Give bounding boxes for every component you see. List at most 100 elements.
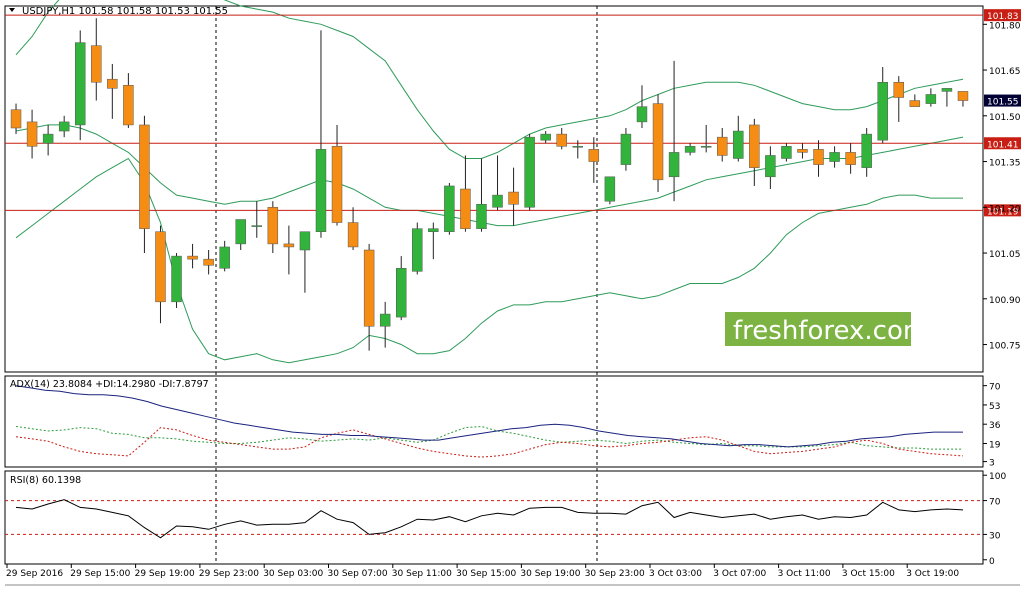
level-label: 101.41 (987, 140, 1019, 150)
candle-bear (139, 124, 150, 229)
time-label: 3 Oct 11:00 (778, 569, 831, 579)
adx-panel-label: ADX(14) 23.8084 +DI:14.2980 -DI:7.8797 (10, 379, 209, 390)
time-label: 3 Oct 19:00 (906, 569, 959, 579)
time-label: 30 Sep 07:00 (328, 569, 388, 579)
candle-bull (58, 121, 70, 132)
rsi-panel-frame (4, 470, 984, 565)
bollinger-upper-line (15, 0, 964, 159)
grid-lines (215, 6, 598, 564)
candle-bear (716, 136, 728, 156)
candle-bull (42, 133, 54, 144)
candle-bear (588, 149, 600, 162)
candle-bull (540, 133, 551, 141)
chart-title: USDJPY,H1 101.58 101.58 101.53 101.55 (22, 6, 228, 17)
candle-bear (460, 188, 471, 229)
time-label: 3 Oct 03:00 (649, 569, 702, 579)
time-label: 30 Sep 03:00 (263, 569, 323, 579)
candle-bull (941, 88, 953, 92)
rsi-tick-label: 70 (989, 498, 1001, 508)
time-label: 3 Oct 15:00 (842, 569, 895, 579)
candle-bear (893, 82, 905, 98)
candle-bear (283, 243, 295, 248)
candle-bull (572, 146, 584, 148)
candle-bull (604, 176, 616, 202)
adx-tick-label: 3 (989, 459, 995, 469)
price-tick-label: 100.90 (989, 296, 1021, 306)
current-price-label: 101.55 (987, 98, 1019, 108)
candle-bear (845, 152, 856, 165)
candle-bear (26, 121, 38, 147)
adx-tick-label: 19 (989, 440, 1001, 450)
price-tick-label: 101.20 (989, 204, 1021, 214)
candle-bull (171, 255, 182, 303)
candle-bull (379, 313, 391, 327)
candle-bull (428, 228, 439, 232)
candle-bull (733, 130, 744, 159)
candle-bear (331, 146, 343, 223)
time-label: 30 Sep 19:00 (520, 569, 580, 579)
rsi-tick-label: 100 (989, 472, 1006, 482)
time-label: 29 Sep 15:00 (70, 569, 130, 579)
price-tick-label: 101.80 (989, 21, 1021, 31)
candle-bear (123, 85, 134, 126)
price-tick-label: 101.65 (989, 67, 1021, 77)
candle-bear (347, 222, 359, 248)
price-tick-label: 101.50 (989, 113, 1021, 123)
candle-bull (877, 82, 888, 141)
candle-bull (781, 146, 792, 159)
candle-bull (444, 185, 455, 232)
horizontal-levels: 101.83101.41101.19101.55 (5, 9, 1021, 217)
header-dropdown-arrow (9, 8, 15, 12)
candle-bull (74, 42, 86, 126)
adx-tick-label: 53 (989, 402, 1000, 412)
candle-bull (235, 219, 246, 245)
candle-bear (363, 249, 375, 327)
watermark-text: freshforex.com (733, 316, 928, 346)
trading-chart: 101.83 101.41 101.19 101.55 101.80 101.65 101… (0, 0, 1025, 589)
bollinger-bands (15, 0, 964, 364)
candle-bull (476, 204, 487, 229)
time-label: 29 Sep 2016 (6, 569, 63, 579)
candle-bear (957, 91, 969, 101)
candle-bull (700, 146, 712, 148)
candle-bull (620, 133, 632, 165)
time-label: 30 Sep 15:00 (456, 569, 516, 579)
candle-bear (556, 133, 567, 147)
candle-bull (315, 149, 327, 232)
time-label: 29 Sep 19:00 (135, 569, 195, 579)
candle-bull (668, 152, 680, 178)
candle-bull (412, 228, 423, 272)
candle-bear (203, 258, 214, 266)
price-tick-label: 100.75 (989, 342, 1021, 352)
candle-bear (797, 149, 808, 153)
rsi-lines (5, 499, 983, 539)
time-label: 29 Sep 23:00 (199, 569, 259, 579)
candle-bear (749, 124, 760, 168)
candle-bull (251, 225, 263, 227)
candle-bull (925, 94, 937, 104)
candle-bear (267, 207, 279, 245)
adx-tick-label: 70 (989, 383, 1001, 393)
rsi-tick-label: 30 (989, 531, 1001, 541)
adx-tick-label: 36 (989, 421, 1001, 431)
chart-svg: 101.83101.41101.19101.55 101.80 101.65 101… (4, 0, 1021, 586)
candle-bull (684, 146, 696, 153)
price-tick-label: 101.05 (989, 250, 1021, 260)
candle-bear (107, 78, 118, 89)
candle-bull (636, 106, 648, 123)
rsi-tick-label: 0 (989, 557, 995, 567)
candle-bull (299, 231, 311, 251)
candle-bull (492, 194, 503, 208)
candle-bear (155, 231, 166, 303)
time-label: 30 Sep 23:00 (585, 569, 645, 579)
adx-lines (15, 385, 964, 458)
candle-bull (395, 268, 407, 318)
adx-line (15, 385, 963, 448)
time-label: 30 Sep 11:00 (392, 569, 452, 579)
candle-bear (91, 45, 102, 83)
candle-bull (765, 155, 776, 178)
rsi-panel-label: RSI(8) 60.1398 (10, 475, 81, 486)
candle-bear (909, 100, 921, 107)
candle-bull (861, 133, 872, 168)
candle-bull (524, 136, 535, 208)
